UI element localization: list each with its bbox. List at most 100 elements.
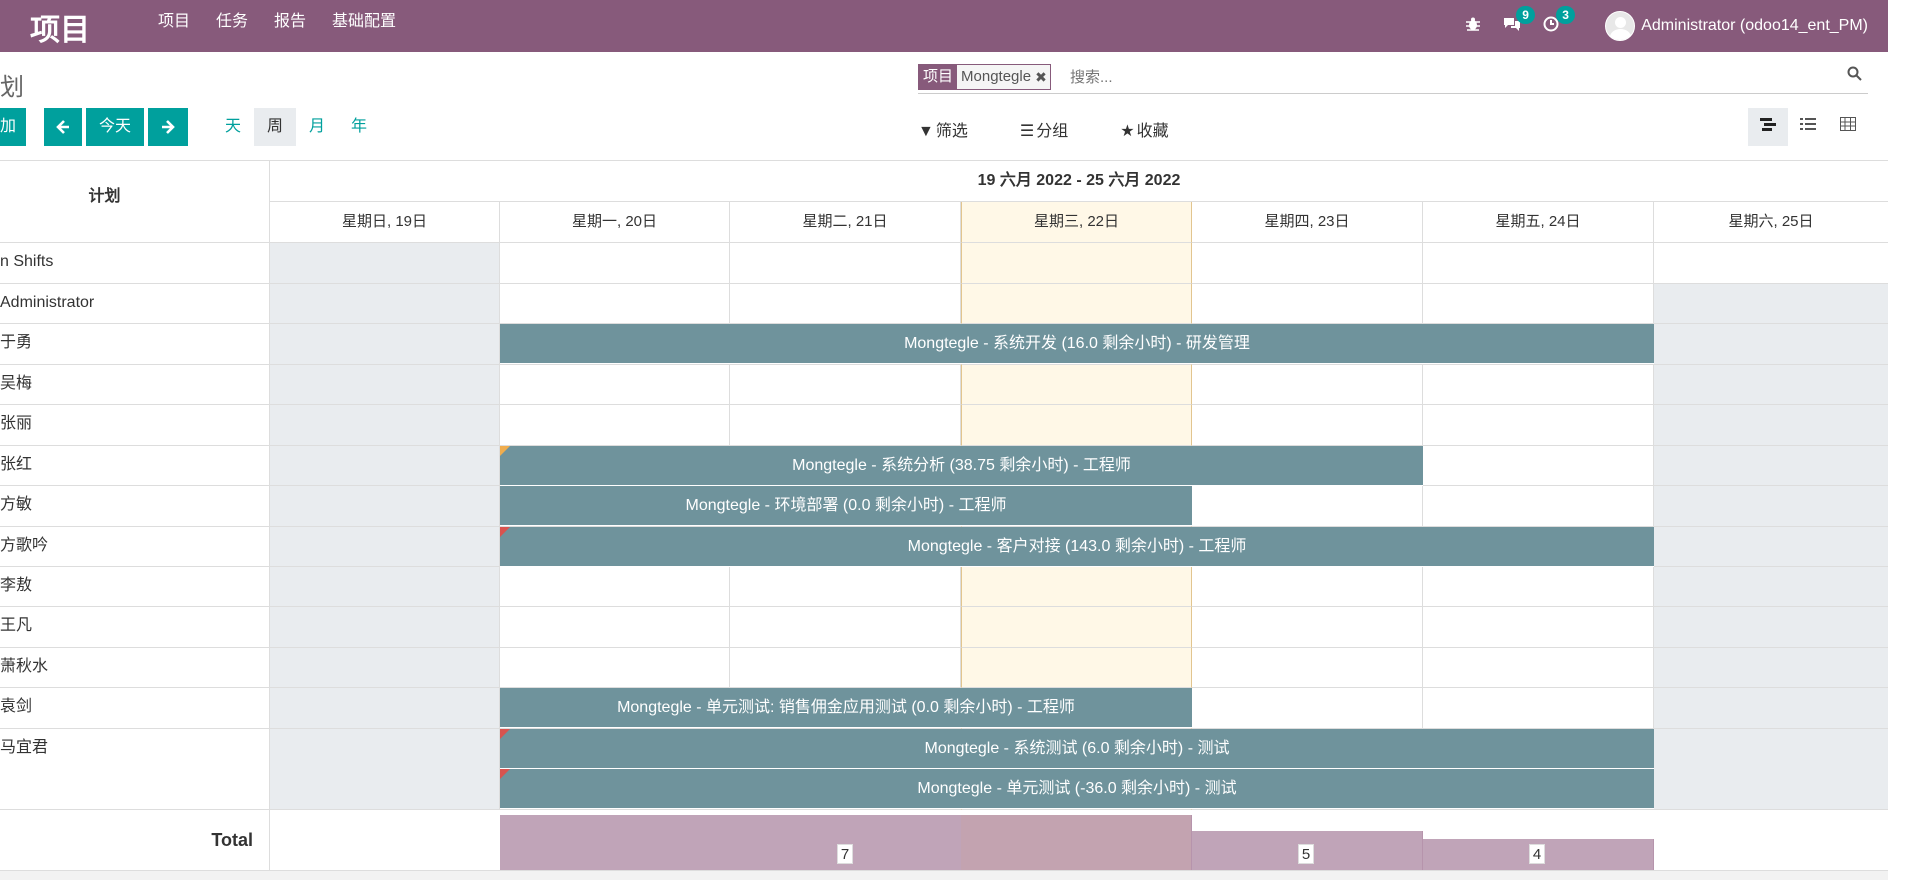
gantt-cell[interactable]: [961, 607, 1192, 648]
gantt-pill[interactable]: Mongtegle - 系统分析 (38.75 剩余小时) - 工程师: [500, 446, 1423, 486]
gantt-pill[interactable]: Mongtegle - 单元测试 (-36.0 剩余小时) - 测试: [500, 769, 1654, 809]
filter-toggle[interactable]: ▼ 筛选: [918, 117, 994, 141]
gantt-cell[interactable]: [1654, 648, 1888, 688]
gantt-cell[interactable]: [1654, 486, 1888, 527]
gantt-cell[interactable]: [730, 648, 961, 688]
gantt-cell[interactable]: [961, 365, 1192, 405]
user-menu[interactable]: Administrator (odoo14_ent_PM): [1641, 17, 1868, 35]
gantt-cell[interactable]: [500, 567, 730, 607]
gantt-cell[interactable]: [500, 607, 730, 648]
facet-remove-icon[interactable]: ✖: [1035, 65, 1050, 89]
gantt-cell[interactable]: [1423, 365, 1654, 405]
user-avatar[interactable]: [1605, 11, 1636, 41]
favorite-toggle[interactable]: ★ 收藏: [1120, 117, 1194, 141]
gantt-cell[interactable]: [1192, 405, 1423, 446]
gantt-cell[interactable]: [500, 648, 730, 688]
gantt-cell[interactable]: [270, 567, 500, 607]
gantt-cell[interactable]: [1423, 284, 1654, 324]
debug-icon[interactable]: [1465, 16, 1481, 36]
gantt-cell[interactable]: [1192, 365, 1423, 405]
gantt-cell[interactable]: [270, 324, 500, 365]
scale-month[interactable]: 月: [296, 108, 338, 146]
gantt-cell[interactable]: [1423, 486, 1654, 527]
scale-year[interactable]: 年: [338, 108, 380, 146]
gantt-cell[interactable]: [1654, 688, 1888, 729]
menu-item-tasks[interactable]: 任务: [216, 0, 248, 52]
gantt-cell[interactable]: [500, 405, 730, 446]
menu-item-reports[interactable]: 报告: [274, 0, 306, 52]
gantt-cell[interactable]: [1423, 648, 1654, 688]
gantt-cell[interactable]: [270, 648, 500, 688]
gantt-cell[interactable]: [1423, 607, 1654, 648]
gantt-cell[interactable]: [270, 527, 500, 567]
gantt-cell[interactable]: [270, 688, 500, 729]
gantt-cell[interactable]: [1192, 567, 1423, 607]
gantt-cell[interactable]: [270, 729, 500, 810]
menu-item-projects[interactable]: 项目: [158, 0, 190, 52]
group-toggle[interactable]: ☰ 分组: [1020, 117, 1094, 141]
search-input[interactable]: [1070, 65, 1830, 89]
scale-day[interactable]: 天: [212, 108, 254, 146]
gantt-cell[interactable]: [1192, 243, 1423, 284]
gantt-cell[interactable]: [500, 243, 730, 284]
gantt-cell[interactable]: [1423, 567, 1654, 607]
gantt-cell[interactable]: [1654, 243, 1888, 284]
app-brand[interactable]: 项目: [30, 5, 90, 49]
gantt-cell[interactable]: [1423, 446, 1654, 486]
gantt-cell[interactable]: [270, 607, 500, 648]
messages-icon[interactable]: 9: [1503, 6, 1535, 36]
gantt-cell[interactable]: [730, 405, 961, 446]
gantt-cell[interactable]: [730, 567, 961, 607]
gantt-cell[interactable]: [730, 607, 961, 648]
gantt-cell[interactable]: [730, 365, 961, 405]
gantt-cell[interactable]: [1192, 688, 1423, 729]
gantt-cell[interactable]: [1192, 284, 1423, 324]
gantt-cell[interactable]: [730, 243, 961, 284]
gantt-cell[interactable]: [730, 284, 961, 324]
gantt-cell[interactable]: [1423, 688, 1654, 729]
previous-button[interactable]: [44, 108, 82, 146]
gantt-cell[interactable]: [1423, 243, 1654, 284]
gantt-pill[interactable]: Mongtegle - 单元测试: 销售佣金应用测试 (0.0 剩余小时) - …: [500, 688, 1192, 728]
scale-week[interactable]: 周: [254, 108, 296, 146]
activities-icon[interactable]: 3: [1543, 6, 1575, 36]
gantt-cell[interactable]: [1654, 405, 1888, 446]
gantt-cell[interactable]: [1654, 324, 1888, 365]
gantt-cell[interactable]: [500, 284, 730, 324]
today-button[interactable]: 今天: [86, 108, 144, 146]
gantt-cell[interactable]: [270, 284, 500, 324]
gantt-view-icon[interactable]: [1748, 108, 1788, 146]
gantt-cell[interactable]: [1654, 446, 1888, 486]
gantt-cell[interactable]: [961, 405, 1192, 446]
search-icon[interactable]: [1847, 66, 1862, 86]
gantt-cell[interactable]: [961, 243, 1192, 284]
gantt-cell[interactable]: [961, 648, 1192, 688]
gantt-pill[interactable]: Mongtegle - 客户对接 (143.0 剩余小时) - 工程师: [500, 527, 1654, 567]
gantt-cell[interactable]: [1654, 365, 1888, 405]
gantt-pill[interactable]: Mongtegle - 环境部署 (0.0 剩余小时) - 工程师: [500, 486, 1192, 526]
gantt-cell[interactable]: [1192, 648, 1423, 688]
gantt-cell[interactable]: [1654, 607, 1888, 648]
gantt-cell[interactable]: [1192, 607, 1423, 648]
gantt-cell[interactable]: [1654, 284, 1888, 324]
gantt-cell[interactable]: [270, 486, 500, 527]
gantt-cell[interactable]: [1192, 486, 1423, 527]
gantt-cell[interactable]: [270, 243, 500, 284]
menu-item-configuration[interactable]: 基础配置: [332, 0, 396, 52]
gantt-cell[interactable]: [961, 567, 1192, 607]
gantt-pill[interactable]: Mongtegle - 系统测试 (6.0 剩余小时) - 测试: [500, 729, 1654, 769]
next-button[interactable]: [148, 108, 188, 146]
gantt-cell[interactable]: [270, 446, 500, 486]
gantt-cell[interactable]: [270, 405, 500, 446]
gantt-cell[interactable]: [961, 284, 1192, 324]
gantt-cell[interactable]: [500, 365, 730, 405]
gantt-cell[interactable]: [270, 365, 500, 405]
gantt-cell[interactable]: [1654, 567, 1888, 607]
gantt-cell[interactable]: [1654, 729, 1888, 810]
gantt-cell[interactable]: [1423, 405, 1654, 446]
add-button[interactable]: 加: [0, 108, 26, 146]
gantt-cell[interactable]: [1654, 527, 1888, 567]
pivot-view-icon[interactable]: [1828, 108, 1868, 146]
gantt-pill[interactable]: Mongtegle - 系统开发 (16.0 剩余小时) - 研发管理: [500, 324, 1654, 364]
list-view-icon[interactable]: [1788, 108, 1828, 146]
